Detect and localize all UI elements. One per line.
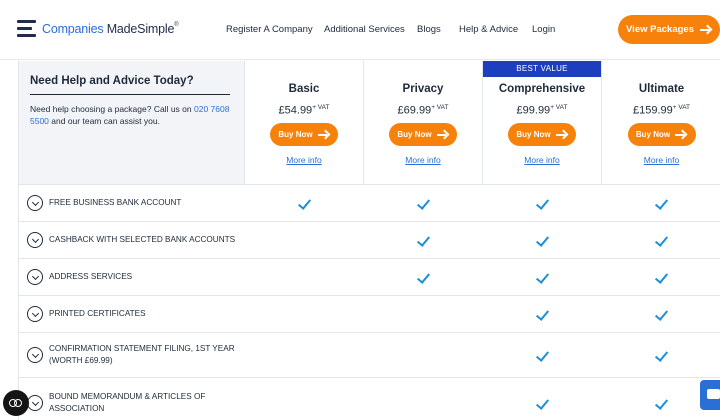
checkmark-icon [536,349,548,361]
feature-row: CONFIRMATION STATEMENT FILING, 1ST YEAR … [19,333,720,378]
package-price: £69.99+ VAT [364,104,482,117]
nav-login[interactable]: Login [532,24,555,35]
price-value: £159.99 [632,104,673,117]
package-name: Comprehensive [498,83,586,95]
hamburger-menu-icon[interactable] [17,20,36,37]
help-text: Need help choosing a package? Call us on… [30,103,235,127]
package-name: Privacy [402,83,444,95]
package-comprehensive: BEST VALUE Comprehensive £99.99+ VAT Buy… [483,61,602,184]
feature-label: CONFIRMATION STATEMENT FILING, 1ST YEAR … [49,344,235,365]
price-vat: + VAT [312,104,330,111]
logo-word-madesimple: MadeSimple [106,21,175,36]
help-text-before: Need help choosing a package? Call us on [30,104,194,114]
feature-rows: FREE BUSINESS BANK ACCOUNT CASHBACK WITH … [19,184,720,420]
feature-row: FREE BUSINESS BANK ACCOUNT [19,185,720,222]
checkmark-icon [298,197,310,209]
buy-now-label: Buy Now [278,130,313,139]
logo-text[interactable]: Companies MadeSimple® [42,21,179,36]
checkmark-icon [417,197,429,209]
cookie-settings-icon[interactable] [3,390,29,416]
price-vat: + VAT [431,104,449,111]
chevron-down-circle-icon[interactable] [27,347,43,363]
help-box: Need Help and Advice Today? Need help ch… [19,61,245,184]
chevron-down-circle-icon[interactable] [27,232,43,248]
buy-now-button-basic[interactable]: Buy Now [270,123,338,146]
checkmark-icon [536,308,548,320]
feature-label: ADDRESS SERVICES [49,272,133,281]
checkmark-icon [417,234,429,246]
help-title: Need Help and Advice Today? [30,75,230,95]
buy-now-label: Buy Now [516,130,551,139]
chevron-down-circle-icon[interactable] [27,306,43,322]
feature-label: PRINTED CERTIFICATES [49,309,146,318]
checkmark-icon [655,234,667,246]
checkmark-icon [536,397,548,409]
checkmark-icon [536,197,548,209]
checkmark-icon [536,271,548,283]
package-name: Ultimate [638,83,685,95]
price-vat: + VAT [672,104,691,111]
feature-label: BOUND MEMORANDUM & ARTICLES OF ASSOCIATI… [49,392,206,413]
arrow-right-icon [555,131,568,139]
arrow-right-icon [675,131,687,139]
more-info-link-ultimate[interactable]: More info [602,155,720,165]
checkmark-icon [655,397,667,409]
checkmark-icon [655,271,667,283]
nav-help-advice[interactable]: Help & Advice [459,24,518,35]
view-packages-button[interactable]: View Packages [618,15,720,44]
package-price: £159.99+ VAT [602,104,720,117]
buy-now-label: Buy Now [397,130,432,139]
package-price: £54.99+ VAT [245,104,363,117]
package-name: Basic [288,83,320,95]
feature-row: CASHBACK WITH SELECTED BANK ACCOUNTS [19,222,720,259]
site-header: Companies MadeSimple® Register A Company… [0,0,720,60]
chevron-down-circle-icon[interactable] [27,195,43,211]
view-packages-label: View Packages [626,24,694,35]
logo-word-companies: Companies [42,21,104,36]
more-info-link-privacy[interactable]: More info [364,155,482,165]
chevron-down-circle-icon[interactable] [27,395,43,411]
feature-label: FREE BUSINESS BANK ACCOUNT [49,198,182,207]
help-text-after: and our team can assist you. [48,116,160,126]
feature-row: PRINTED CERTIFICATES [19,296,720,333]
checkmark-icon [536,234,548,246]
arrow-right-icon [699,26,712,34]
price-value: £54.99 [278,104,313,117]
checkmark-icon [417,271,429,283]
checkmark-icon [655,349,667,361]
buy-now-button-privacy[interactable]: Buy Now [389,123,457,146]
buy-now-button-comprehensive[interactable]: Buy Now [508,123,576,146]
package-price: £99.99+ VAT [483,104,601,117]
more-info-link-comprehensive[interactable]: More info [483,155,601,165]
nav-register-a-company[interactable]: Register A Company [226,24,313,35]
checkmark-icon [655,308,667,320]
buy-now-label: Buy Now [635,130,671,139]
package-comparison-table: Need Help and Advice Today? Need help ch… [18,61,720,420]
buy-now-button-ultimate[interactable]: Buy Now [627,123,696,146]
arrow-right-icon [436,131,449,139]
package-ultimate: Ultimate £159.99+ VAT Buy Now More info [602,61,720,184]
best-value-badge: BEST VALUE [483,61,601,77]
arrow-right-icon [317,131,330,139]
logo-trademark: ® [174,21,179,28]
feature-row: BOUND MEMORANDUM & ARTICLES OF ASSOCIATI… [19,378,720,420]
price-value: £69.99 [397,104,432,117]
chat-icon[interactable] [700,380,720,410]
checkmark-icon [655,197,667,209]
price-vat: + VAT [550,104,568,111]
feature-row: ADDRESS SERVICES [19,259,720,296]
more-info-link-basic[interactable]: More info [245,155,363,165]
package-basic: Basic £54.99+ VAT Buy Now More info [245,61,364,184]
feature-label: CASHBACK WITH SELECTED BANK ACCOUNTS [49,235,236,244]
logo[interactable]: Companies MadeSimple® [17,20,179,37]
nav-blogs[interactable]: Blogs [417,24,441,35]
nav-additional-services[interactable]: Additional Services [324,24,405,35]
price-value: £99.99 [516,104,551,117]
chevron-down-circle-icon[interactable] [27,269,43,285]
package-privacy: Privacy £69.99+ VAT Buy Now More info [364,61,483,184]
